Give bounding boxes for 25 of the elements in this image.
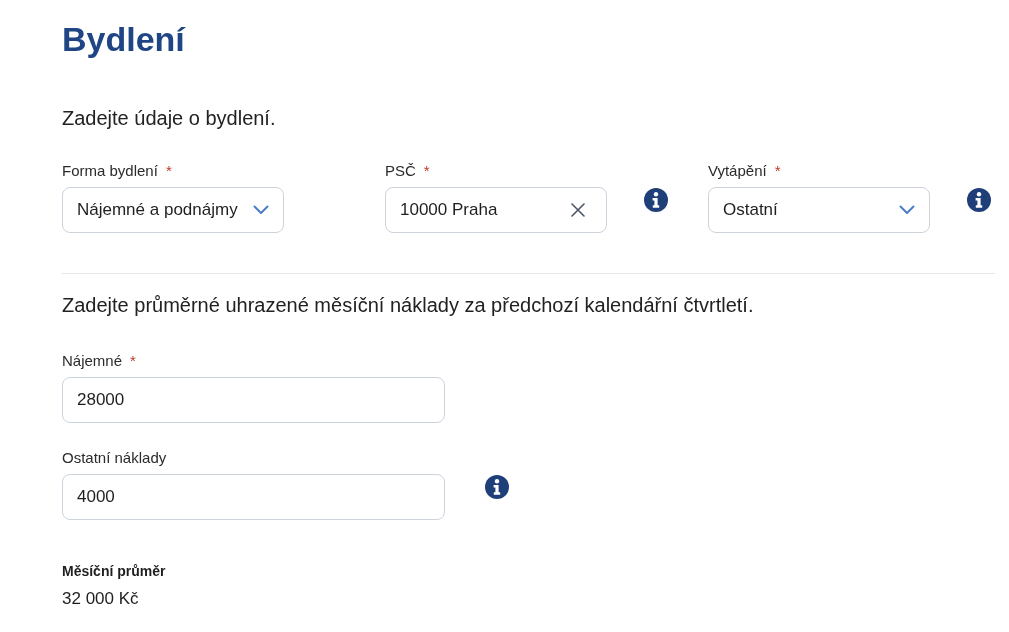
chevron-down-icon — [253, 205, 269, 215]
input-field[interactable]: 28000 — [62, 377, 445, 423]
close-icon[interactable] — [571, 203, 585, 217]
required-mark: * — [165, 160, 172, 181]
input-field[interactable]: 4000 — [62, 474, 445, 520]
info-icon[interactable] — [967, 188, 991, 212]
page-title: Bydlení — [62, 19, 187, 60]
section-intro: Zadejte údaje o bydlení. — [62, 106, 277, 131]
field-label: PSČ — [385, 160, 416, 181]
required-mark: * — [130, 350, 136, 371]
info-icon[interactable] — [485, 475, 509, 499]
select-field[interactable]: Nájemné a podnájmy — [62, 187, 284, 233]
input-field[interactable]: 10000 Praha — [385, 187, 607, 233]
summary-value: 32 000 Kč — [62, 588, 140, 610]
section-intro: Zadejte průměrné uhrazené měsíční náklady za předchozí kalendářní čtvrtletí. — [62, 293, 755, 318]
field-label: Forma bydlení — [62, 160, 158, 181]
field-label: Vytápění — [708, 160, 767, 181]
select-field[interactable]: Ostatní — [708, 187, 930, 233]
field-label: Nájemné — [62, 350, 123, 371]
chevron-down-icon — [899, 205, 915, 215]
field-label: Ostatní náklady — [62, 447, 167, 468]
required-mark: * — [774, 160, 781, 181]
info-icon[interactable] — [644, 188, 668, 212]
summary-label: Měsíční průměr — [62, 562, 167, 580]
required-mark: * — [423, 160, 430, 181]
